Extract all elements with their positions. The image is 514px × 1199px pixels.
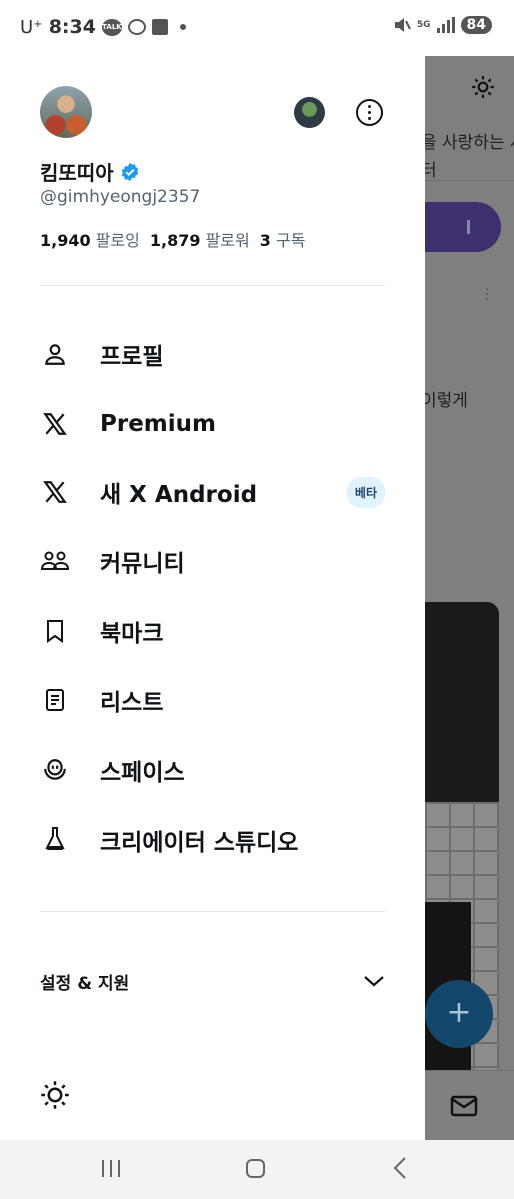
divider bbox=[40, 911, 385, 912]
notes-icon bbox=[151, 19, 168, 35]
settings-label: 설정 & 지원 bbox=[40, 973, 130, 994]
x-logo-icon bbox=[40, 477, 70, 507]
menu-item-premium[interactable]: Premium bbox=[40, 402, 385, 446]
verified-badge-icon bbox=[121, 162, 138, 181]
bookmark-icon bbox=[40, 616, 70, 646]
creator-flask-icon bbox=[40, 825, 70, 855]
signal-icon bbox=[436, 17, 455, 33]
menu-label-creator-studio: 크리에이터 스튜디오 bbox=[100, 830, 299, 856]
follow-stats: 1,940 팔로잉 1,879 팔로워 3 구독 bbox=[40, 227, 305, 251]
home-icon[interactable] bbox=[246, 1159, 265, 1178]
divider bbox=[425, 180, 514, 181]
status-bar: U⁺ 8:34 TALK 5G 84 bbox=[0, 0, 514, 56]
mute-icon bbox=[394, 18, 411, 32]
profile-handle: @gimhyeongj2357 bbox=[40, 187, 201, 207]
menu-label-lists: 리스트 bbox=[100, 690, 164, 716]
profile-name: 킴또띠아 bbox=[40, 161, 114, 185]
profile-name-row: 킴또띠아 bbox=[40, 157, 140, 186]
menu-item-creator-studio[interactable]: 크리에이터 스튜디오 bbox=[40, 818, 385, 862]
menu-label-premium: Premium bbox=[100, 411, 216, 437]
settings-gear-icon bbox=[472, 76, 494, 98]
menu-item-communities[interactable]: 커뮤니티 bbox=[40, 539, 385, 583]
avatar[interactable] bbox=[40, 86, 92, 138]
battery-indicator: 84 bbox=[460, 16, 492, 34]
more-options-icon[interactable] bbox=[356, 99, 383, 126]
more-dots-icon: · · · bbox=[485, 282, 490, 308]
menu-item-profile[interactable]: 프로필 bbox=[40, 332, 385, 376]
background-timeline[interactable]: 을 사랑하는 사 터 ··· 이렇게 + bbox=[425, 56, 514, 1140]
background-text: 이렇게 bbox=[425, 391, 468, 411]
back-icon[interactable] bbox=[392, 1156, 408, 1180]
menu-label-communities: 커뮤니티 bbox=[100, 551, 185, 577]
clock: 8:34 bbox=[48, 16, 96, 38]
sun-icon bbox=[41, 1081, 69, 1109]
menu-item-bookmarks[interactable]: 북마크 bbox=[40, 609, 385, 653]
background-bottom-nav bbox=[425, 1070, 514, 1140]
system-navigation-bar bbox=[0, 1140, 514, 1199]
navigation-drawer: 킴또띠아 @gimhyeongj2357 1,940 팔로잉 1,879 팔로워… bbox=[0, 56, 425, 1140]
network-type-label: 5G bbox=[416, 20, 431, 30]
communities-icon bbox=[40, 546, 70, 576]
menu-label-new-x-android: 새 X Android bbox=[100, 482, 258, 508]
following-stat[interactable]: 1,940 팔로잉 bbox=[40, 227, 140, 251]
background-text: 터 bbox=[425, 161, 437, 181]
menu-item-spaces[interactable]: 스페이스 bbox=[40, 748, 385, 792]
person-icon bbox=[40, 339, 70, 369]
mail-icon bbox=[450, 1095, 478, 1117]
settings-and-support-toggle[interactable]: 설정 & 지원 bbox=[40, 966, 385, 996]
subscriptions-stat[interactable]: 3 구독 bbox=[260, 227, 306, 251]
carrier-label: U⁺ bbox=[20, 16, 43, 38]
menu-item-lists[interactable]: 리스트 bbox=[40, 678, 385, 722]
chevron-down-icon bbox=[364, 976, 384, 987]
display-theme-button[interactable] bbox=[40, 1080, 70, 1114]
kakaotalk-icon: TALK bbox=[101, 18, 122, 36]
compose-plus-icon: + bbox=[425, 980, 493, 1048]
background-text: 을 사랑하는 사 bbox=[425, 133, 514, 153]
followers-stat[interactable]: 1,879 팔로워 bbox=[150, 227, 250, 251]
menu-item-new-x-android[interactable]: 새 X Android 베타 bbox=[40, 470, 385, 514]
spaces-microphone-icon bbox=[40, 755, 70, 785]
menu-label-profile: 프로필 bbox=[100, 344, 164, 370]
menu-label-spaces: 스페이스 bbox=[100, 760, 185, 786]
divider bbox=[40, 285, 385, 286]
recent-apps-icon[interactable] bbox=[102, 1160, 120, 1177]
beta-badge: 베타 bbox=[346, 477, 385, 508]
background-space-pill bbox=[425, 202, 501, 252]
other-account-avatar[interactable] bbox=[294, 97, 325, 128]
list-icon bbox=[40, 685, 70, 715]
more-notifications-dot-icon bbox=[179, 24, 186, 30]
x-logo-icon bbox=[40, 409, 70, 439]
chat-bubble-icon bbox=[127, 19, 146, 35]
menu-label-bookmarks: 북마크 bbox=[100, 621, 164, 647]
